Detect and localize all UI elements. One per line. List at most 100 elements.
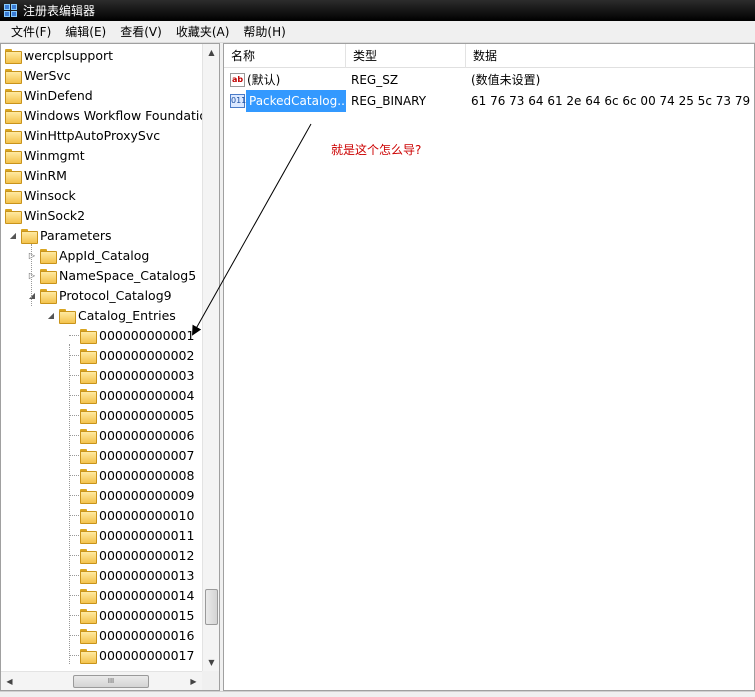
tree-item-label: 000000000002 [99,347,195,363]
tree-connector [69,555,79,556]
tree-item-label: 000000000011 [99,527,195,543]
tree-item[interactable]: 000000000002 [80,345,194,365]
tree-rows: wercplsupport WerSvc WinDefend Windows Work… [1,44,202,671]
column-header-type[interactable]: 类型 [346,44,466,68]
tree-item-label: Parameters [40,227,112,243]
tree-vertical-scrollbar[interactable]: ▲ ▼ [202,44,219,671]
expanded-triangle-icon[interactable]: ◢ [8,231,18,240]
value-row[interactable]: ab (默认) REG_SZ (数值未设置) [224,69,754,91]
folder-icon [5,48,22,64]
tree-item[interactable]: WinHttpAutoProxySvc [5,125,160,145]
value-row-selected[interactable]: 011 PackedCatalog... REG_BINARY 61 76 73… [224,90,754,112]
tree-item-label: Winsock [24,187,76,203]
column-header-data[interactable]: 数据 [466,44,754,68]
tree-item[interactable]: ◢ Parameters [8,225,112,245]
tree-item[interactable]: 000000000016 [80,625,194,645]
tree-item[interactable]: Windows Workflow Foundation [5,105,202,125]
folder-icon [80,628,97,644]
tree-connector [69,475,79,476]
tree-item-label: 000000000003 [99,367,195,383]
tree-item[interactable]: 000000000007 [80,445,194,465]
value-name: (默认) [247,73,281,87]
tree-horizontal-scrollbar[interactable]: ◀ III ▶ [1,671,202,690]
scroll-left-icon[interactable]: ◀ [1,672,18,690]
folder-icon [80,488,97,504]
tree-item[interactable]: WinRM [5,165,67,185]
collapsed-triangle-icon[interactable]: ▷ [27,251,37,260]
tree-connector [69,335,79,336]
registry-key-tree[interactable]: wercplsupport WerSvc WinDefend Windows Work… [0,43,220,691]
annotation-text: 就是这个怎么导? [331,143,422,157]
tree-item[interactable]: 000000000014 [80,585,194,605]
column-header-name[interactable]: 名称 [224,44,346,68]
tree-item-label: WinSock2 [24,207,86,223]
tree-hscroll-thumb[interactable]: III [73,675,149,688]
folder-icon [5,188,22,204]
folder-icon [80,328,97,344]
menu-file[interactable]: 文件(F) [4,21,58,42]
tree-item[interactable]: ◢ Protocol_Catalog9 [27,285,172,305]
tree-connector [69,635,79,636]
menu-edit[interactable]: 编辑(E) [58,21,113,42]
expanded-triangle-icon[interactable]: ◢ [46,311,56,320]
menu-help[interactable]: 帮助(H) [236,21,292,42]
tree-item[interactable]: 000000000010 [80,505,194,525]
value-type: REG_BINARY [351,94,427,108]
folder-icon [80,568,97,584]
tree-connector [69,344,70,664]
tree-item[interactable]: 000000000001 [80,325,194,345]
value-data: (数值未设置) [471,73,541,87]
tree-item[interactable]: wercplsupport [5,45,113,65]
tree-item-label: WinRM [24,167,67,183]
folder-icon [80,428,97,444]
tree-item[interactable]: 000000000008 [80,465,194,485]
tree-item[interactable]: 000000000004 [80,385,194,405]
tree-connector [69,355,79,356]
scroll-up-icon[interactable]: ▲ [203,44,219,61]
tree-item-label: WinDefend [24,87,93,103]
tree-item[interactable]: 000000000015 [80,605,194,625]
tree-item[interactable]: 000000000011 [80,525,194,545]
menu-favorites[interactable]: 收藏夹(A) [169,21,237,42]
tree-item[interactable]: WinSock2 [5,205,85,225]
tree-item-label: 000000000004 [99,387,195,403]
tree-item-label: 000000000015 [99,607,195,623]
tree-item-label: Catalog_Entries [78,307,176,323]
tree-item[interactable]: Winmgmt [5,145,85,165]
scroll-down-icon[interactable]: ▼ [203,654,219,671]
tree-item[interactable]: 000000000009 [80,485,194,505]
string-value-icon: ab [230,73,245,87]
tree-connector [69,375,79,376]
tree-item-label: 000000000017 [99,647,195,663]
tree-connector [69,455,79,456]
tree-item[interactable]: 000000000017 [80,645,194,665]
status-bar [0,691,755,697]
values-list[interactable]: 名称 类型 数据 ab (默认) REG_SZ (数值未设置) 011 Pack… [223,43,755,691]
scroll-right-icon[interactable]: ▶ [185,672,202,690]
tree-vscroll-thumb[interactable] [205,589,218,625]
tree-item[interactable]: WerSvc [5,65,71,85]
value-data: 61 76 73 64 61 2e 64 6c 6c 00 74 25 5c 7… [471,94,753,108]
tree-item[interactable]: 000000000003 [80,365,194,385]
tree-item[interactable]: ◢ Catalog_Entries [46,305,176,325]
folder-icon [80,368,97,384]
tree-item[interactable]: Winsock [5,185,76,205]
tree-item[interactable]: ▷ NameSpace_Catalog5 [27,265,196,285]
tree-item[interactable]: 000000000006 [80,425,194,445]
folder-icon [80,448,97,464]
tree-item-label: 000000000013 [99,567,195,583]
value-type: REG_SZ [351,73,399,87]
tree-item[interactable]: 000000000005 [80,405,194,425]
expanded-triangle-icon[interactable]: ◢ [27,291,37,300]
collapsed-triangle-icon[interactable]: ▷ [27,271,37,280]
tree-item[interactable]: ▷ AppId_Catalog [27,245,149,265]
tree-item[interactable]: 000000000013 [80,565,194,585]
tree-item[interactable]: WinDefend [5,85,93,105]
tree-connector [69,395,79,396]
tree-connector [69,535,79,536]
tree-item-label: 000000000009 [99,487,195,503]
tree-item[interactable]: 000000000012 [80,545,194,565]
menu-view[interactable]: 查看(V) [113,21,169,42]
title-bar: 注册表编辑器 [0,0,755,21]
folder-icon [5,128,22,144]
